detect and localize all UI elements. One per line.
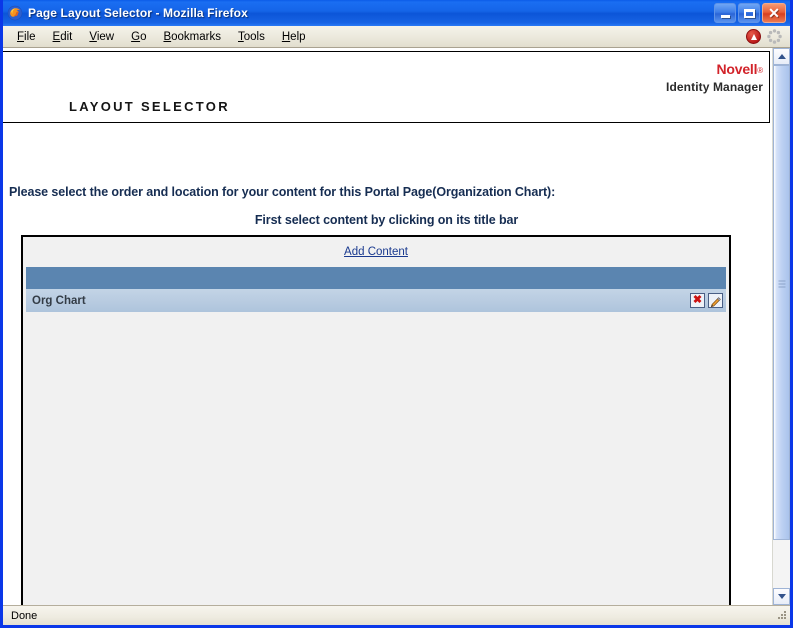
maximize-icon xyxy=(743,8,755,18)
throbber-icon xyxy=(767,29,782,44)
close-x-icon: ✖ xyxy=(692,294,703,306)
minimize-icon xyxy=(720,14,730,18)
novell-logo-text: Novell xyxy=(716,61,758,77)
close-icon: ✕ xyxy=(768,4,780,21)
window-titlebar[interactable]: Page Layout Selector - Mozilla Firefox ✕ xyxy=(3,0,790,26)
menu-bar-right-icons xyxy=(746,29,790,44)
menu-bookmarks[interactable]: Bookmarks xyxy=(155,29,230,45)
product-name: Identity Manager xyxy=(666,79,763,94)
portlet-titlebar-org-chart[interactable]: Org Chart ✖ xyxy=(26,289,726,312)
web-page: Novell® Identity Manager LAYOUT SELECTOR… xyxy=(3,48,772,605)
instruction-line-1: Please select the order and location for… xyxy=(9,185,556,199)
scroll-up-button[interactable] xyxy=(773,48,790,65)
menu-go[interactable]: Go xyxy=(123,29,155,45)
portlet-remove-button[interactable]: ✖ xyxy=(690,293,705,308)
registered-mark: ® xyxy=(757,66,763,75)
minimize-button[interactable] xyxy=(714,3,736,23)
portlet-title-label: Org Chart xyxy=(32,294,86,307)
menu-help[interactable]: Help xyxy=(274,29,315,45)
resize-grip-icon[interactable] xyxy=(774,609,788,623)
add-content-row: Add Content xyxy=(23,237,729,267)
scroll-down-button[interactable] xyxy=(773,588,790,605)
novell-logo: Novell® xyxy=(666,61,763,79)
scrollbar-grip-icon xyxy=(778,280,785,288)
maximize-button[interactable] xyxy=(738,3,760,23)
scrollbar-track[interactable] xyxy=(773,65,790,588)
portlet-actions: ✖ xyxy=(690,293,723,308)
menu-file[interactable]: File xyxy=(9,29,45,45)
status-bar: Done xyxy=(3,605,790,625)
window-controls: ✕ xyxy=(714,3,788,23)
chevron-down-icon xyxy=(777,594,786,599)
menu-tools[interactable]: Tools xyxy=(230,29,274,45)
page-scrollbar-vertical[interactable] xyxy=(772,48,790,605)
portlet-region-header-bar xyxy=(26,267,726,289)
add-content-link[interactable]: Add Content xyxy=(344,246,408,258)
firefox-icon xyxy=(7,5,23,21)
pencil-icon xyxy=(710,295,721,308)
menu-bar: File Edit View Go Bookmarks Tools Help xyxy=(3,26,790,48)
page-header-box: Novell® Identity Manager LAYOUT SELECTOR xyxy=(3,51,770,123)
status-text: Done xyxy=(11,609,38,622)
portlet-edit-button[interactable] xyxy=(708,293,723,308)
scrollbar-thumb[interactable] xyxy=(773,65,790,540)
window-title: Page Layout Selector - Mozilla Firefox xyxy=(28,6,248,20)
novell-branding: Novell® Identity Manager xyxy=(666,61,763,95)
menu-view[interactable]: View xyxy=(81,29,123,45)
layout-panel: Add Content Org Chart ✖ xyxy=(21,235,731,605)
alert-shield-icon[interactable] xyxy=(746,29,761,44)
close-button[interactable]: ✕ xyxy=(762,3,786,23)
instruction-line-2: First select content by clicking on its … xyxy=(254,213,519,227)
chevron-up-icon xyxy=(777,54,786,59)
menu-edit[interactable]: Edit xyxy=(45,29,82,45)
page-title: LAYOUT SELECTOR xyxy=(69,99,230,114)
browser-window: Page Layout Selector - Mozilla Firefox ✕… xyxy=(0,0,793,628)
browser-content-area: Novell® Identity Manager LAYOUT SELECTOR… xyxy=(3,48,790,605)
